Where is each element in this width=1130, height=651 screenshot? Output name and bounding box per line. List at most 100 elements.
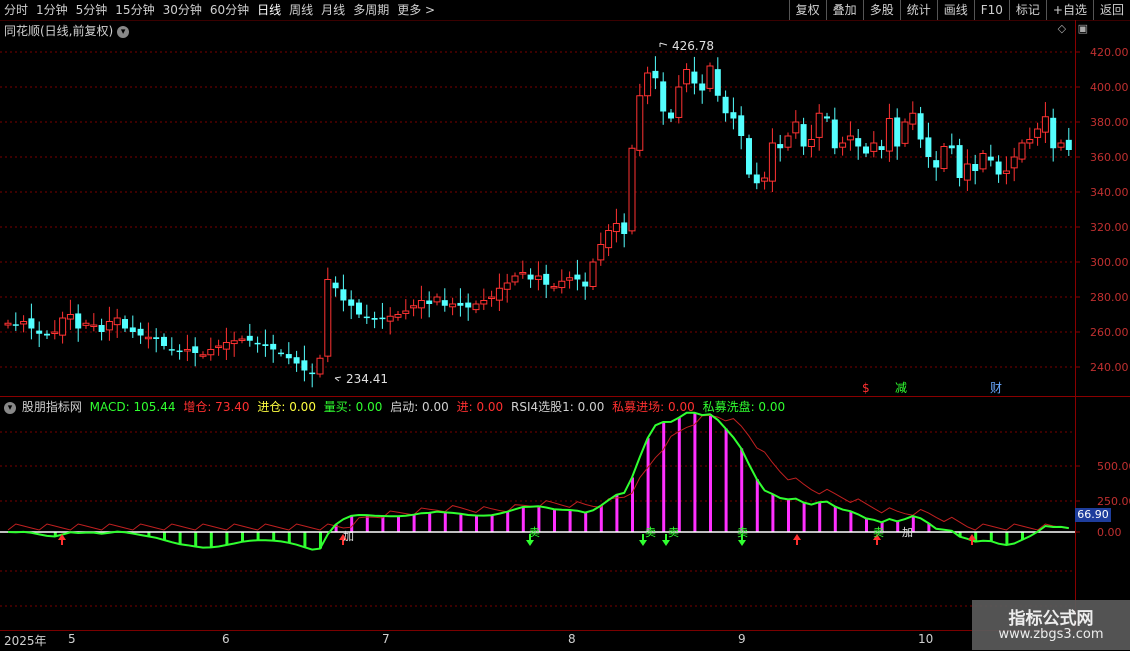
- candle-body: [933, 160, 940, 168]
- candle: [722, 90, 729, 122]
- candle-body: [753, 174, 760, 184]
- candle: [75, 304, 82, 342]
- candle: [566, 271, 574, 289]
- date-label: 9: [738, 632, 746, 646]
- low-marker: [334, 376, 342, 382]
- candle-body: [183, 349, 191, 352]
- hist-bar: [553, 509, 556, 532]
- candle-body: [534, 275, 542, 280]
- candle-body: [917, 113, 924, 140]
- candle-body: [668, 112, 674, 119]
- candle: [348, 290, 355, 320]
- candle-body: [784, 135, 792, 148]
- price-tick: 280.00: [1090, 291, 1129, 304]
- candle: [176, 344, 183, 360]
- candle: [122, 315, 128, 332]
- hist-bar: [178, 532, 182, 545]
- candle-body: [987, 156, 994, 161]
- candle: [612, 208, 620, 243]
- hist-bar: [272, 532, 276, 541]
- hist-bar: [833, 506, 837, 532]
- candle-body: [238, 338, 246, 341]
- candle-body: [332, 282, 339, 289]
- candle-body: [714, 69, 721, 96]
- candle-body: [566, 277, 574, 281]
- indicator-tick: 500.00: [1097, 460, 1130, 473]
- candle-body: [426, 300, 433, 304]
- candle: [183, 334, 191, 362]
- price-tick: 240.00: [1090, 361, 1129, 374]
- candle-body: [691, 71, 698, 84]
- sell-mark: 卖: [529, 526, 540, 539]
- indicator-field: 启动: 0.00: [390, 400, 449, 414]
- hist-bar: [1005, 532, 1009, 546]
- candle-body: [527, 274, 534, 280]
- candle-body: [995, 161, 1002, 175]
- candle: [36, 321, 43, 348]
- kline-chart[interactable]: 420.00 400.00 380.00 360.00 340.00 320.00 300.…: [0, 0, 1130, 650]
- date-label: 5: [68, 632, 76, 646]
- candle: [948, 133, 955, 155]
- hist-bar: [428, 512, 432, 532]
- candle: [995, 155, 1002, 183]
- candle: [909, 101, 917, 131]
- candle: [963, 149, 971, 191]
- hist-bar: [709, 414, 712, 532]
- candle-body: [363, 316, 370, 319]
- candle: [753, 162, 760, 190]
- candle-body: [574, 274, 581, 280]
- candle: [543, 264, 550, 299]
- indicator-name[interactable]: 股朋指标网: [22, 400, 82, 414]
- hist-bar: [163, 532, 166, 541]
- hist-bar: [241, 532, 244, 542]
- candle-body: [44, 333, 50, 336]
- date-label: 6: [222, 632, 230, 646]
- candle-body: [246, 335, 253, 341]
- candle: [4, 319, 12, 329]
- candle-body: [153, 337, 160, 339]
- candle: [1057, 139, 1065, 151]
- add-mark: 加: [902, 526, 913, 539]
- candle-body: [75, 313, 82, 329]
- candle-body: [371, 318, 378, 320]
- candle: [105, 306, 113, 341]
- candle: [465, 293, 472, 321]
- candle-body: [1018, 142, 1026, 160]
- candle: [582, 272, 589, 300]
- candle-body: [285, 354, 292, 359]
- hist-bar: [755, 479, 759, 532]
- candle: [12, 312, 19, 331]
- candle-body: [254, 342, 261, 345]
- chevron-down-icon[interactable]: ▾: [4, 401, 16, 414]
- candle-body: [901, 121, 909, 144]
- candle: [278, 349, 284, 357]
- price-tick: 420.00: [1090, 46, 1129, 59]
- candle: [285, 342, 292, 365]
- candle: [784, 132, 792, 151]
- candle: [262, 329, 269, 357]
- candle: [933, 151, 940, 181]
- candle-body: [761, 177, 769, 182]
- hist-bar: [974, 532, 978, 542]
- hist-bar: [896, 521, 900, 532]
- candle: [82, 319, 90, 329]
- candle-body: [1010, 156, 1018, 169]
- candle: [230, 331, 238, 357]
- candle: [527, 268, 534, 288]
- price-tick: 320.00: [1090, 221, 1129, 234]
- date-label: 8: [568, 632, 576, 646]
- indicator-field: 增仓: 73.40: [183, 400, 250, 414]
- candle-body: [807, 139, 815, 147]
- candle-body: [644, 72, 652, 97]
- indicator-tick: 0.00: [1097, 526, 1122, 539]
- candle: [153, 328, 160, 353]
- price-tick: 380.00: [1090, 116, 1129, 129]
- hist-bar: [599, 505, 603, 532]
- candle-body: [660, 81, 667, 112]
- signal-mark: 财: [990, 381, 1002, 395]
- candle: [972, 154, 979, 185]
- candle-body: [722, 96, 729, 114]
- candle-body: [550, 286, 558, 289]
- candle: [371, 311, 378, 329]
- candle: [675, 75, 683, 124]
